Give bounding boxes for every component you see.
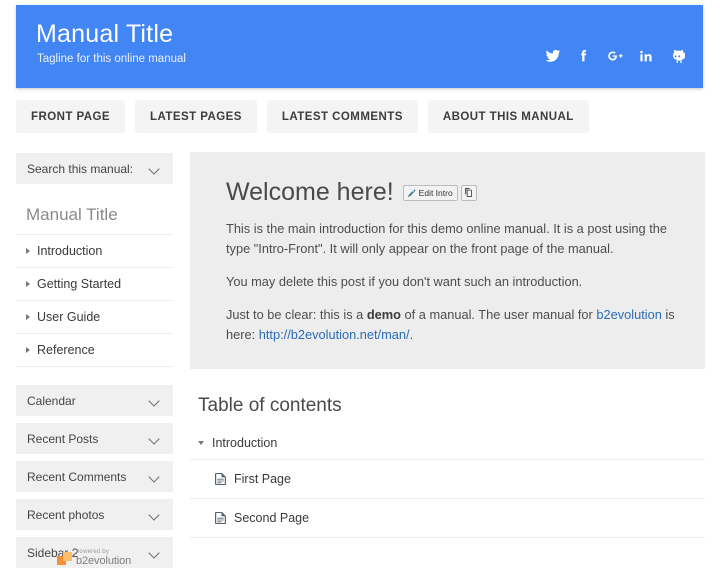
edit-intro-label: Edit Intro bbox=[418, 187, 453, 198]
toc-chapter-introduction[interactable]: Introduction bbox=[190, 427, 705, 460]
triangle-right-icon bbox=[26, 347, 30, 353]
nav-tab-latest-pages[interactable]: LATEST PAGES bbox=[135, 100, 257, 133]
sidebar-panel-recent-comments[interactable]: Recent Comments bbox=[16, 461, 173, 492]
powered-by-text: powered by b2evolution bbox=[76, 549, 131, 567]
chevron-down-icon bbox=[149, 473, 160, 480]
sidebar-chapter-list: Introduction Getting Started User Guide … bbox=[16, 234, 173, 367]
document-icon bbox=[215, 473, 226, 485]
b2evolution-link[interactable]: b2evolution bbox=[596, 307, 661, 322]
sidebar-panel-label: Calendar bbox=[27, 393, 76, 408]
triangle-right-icon bbox=[26, 314, 30, 320]
manual-url-link[interactable]: http://b2evolution.net/man/ bbox=[259, 327, 410, 342]
linkedin-icon[interactable] bbox=[637, 47, 654, 64]
chevron-down-icon bbox=[149, 397, 160, 404]
intro-title: Welcome here! bbox=[226, 178, 394, 206]
pencil-icon bbox=[407, 188, 416, 197]
toc-page-first-page[interactable]: First Page bbox=[190, 460, 705, 499]
intro-p3-part-b: of a manual. The user manual for bbox=[400, 307, 597, 322]
sidebar-search-label: Search this manual: bbox=[27, 161, 134, 176]
b2evolution-cube-icon bbox=[57, 552, 73, 567]
nav-tab-about-this-manual[interactable]: ABOUT THIS MANUAL bbox=[427, 100, 589, 133]
chevron-down-icon bbox=[149, 549, 160, 556]
sidebar-item-user-guide[interactable]: User Guide bbox=[16, 300, 173, 333]
triangle-right-icon bbox=[26, 281, 30, 287]
nav-tab-latest-comments[interactable]: LATEST COMMENTS bbox=[266, 100, 418, 133]
intro-paragraph-3: Just to be clear: this is a demo of a ma… bbox=[226, 305, 677, 345]
sidebar-panel-label: Recent photos bbox=[27, 507, 105, 522]
intro-header: Welcome here! Edit Intro bbox=[226, 178, 677, 207]
facebook-icon[interactable] bbox=[575, 47, 592, 64]
main-navigation: FRONT PAGE LATEST PAGES LATEST COMMENTS … bbox=[16, 100, 589, 133]
sidebar-panel-calendar[interactable]: Calendar bbox=[16, 385, 173, 416]
intro-p3-part-a: Just to be clear: this is a bbox=[226, 307, 367, 322]
triangle-right-icon bbox=[26, 248, 30, 254]
toc-page-label: First Page bbox=[234, 472, 291, 486]
intro-post: Welcome here! Edit Intro This is the mai… bbox=[190, 152, 705, 369]
intro-paragraph-2: You may delete this post if you don't wa… bbox=[226, 274, 583, 289]
sidebar-item-label: Reference bbox=[37, 343, 95, 357]
sidebar: Search this manual: Manual Title Introdu… bbox=[16, 153, 173, 570]
sidebar-panel-label: Recent Posts bbox=[27, 431, 99, 446]
main-content: Welcome here! Edit Intro This is the mai… bbox=[190, 152, 705, 538]
sidebar-panel-label: Recent Comments bbox=[27, 469, 127, 484]
sidebar-panel-recent-posts[interactable]: Recent Posts bbox=[16, 423, 173, 454]
intro-paragraph-1: This is the main introduction for this d… bbox=[226, 221, 668, 256]
site-tagline: Tagline for this online manual bbox=[37, 53, 186, 65]
page-title: Manual Title bbox=[36, 20, 174, 48]
powered-by-brand: b2evolution bbox=[76, 555, 132, 567]
toc-page-label: Second Page bbox=[234, 511, 310, 525]
sidebar-item-reference[interactable]: Reference bbox=[16, 333, 173, 366]
duplicate-icon[interactable] bbox=[460, 184, 477, 201]
sidebar-item-getting-started[interactable]: Getting Started bbox=[16, 267, 173, 300]
toc-chapter-label: Introduction bbox=[212, 436, 278, 450]
toc-title: Table of contents bbox=[198, 395, 342, 416]
sidebar-panel-recent-photos[interactable]: Recent photos bbox=[16, 499, 173, 530]
page-root: Manual Title Tagline for this online man… bbox=[0, 0, 720, 570]
edit-intro-button[interactable]: Edit Intro bbox=[402, 184, 458, 201]
nav-tab-front-page[interactable]: FRONT PAGE bbox=[16, 100, 126, 133]
chevron-down-icon bbox=[149, 165, 160, 172]
intro-p3-part-d: . bbox=[409, 327, 414, 342]
twitter-icon[interactable] bbox=[544, 47, 561, 64]
chevron-down-icon bbox=[149, 511, 160, 518]
toc-page-second-page[interactable]: Second Page bbox=[190, 499, 705, 538]
triangle-down-icon bbox=[198, 441, 204, 445]
powered-by-badge[interactable]: powered by b2evolution bbox=[57, 549, 131, 567]
chevron-down-icon bbox=[149, 435, 160, 442]
github-icon[interactable] bbox=[668, 47, 685, 64]
sidebar-item-label: User Guide bbox=[37, 310, 101, 324]
social-links bbox=[544, 47, 685, 64]
sidebar-search-panel[interactable]: Search this manual: bbox=[16, 153, 173, 184]
sidebar-widget-title: Manual Title bbox=[26, 205, 118, 224]
intro-p3-bold: demo bbox=[366, 307, 401, 322]
sidebar-item-label: Introduction bbox=[37, 244, 103, 258]
sidebar-item-introduction[interactable]: Introduction bbox=[16, 234, 173, 267]
site-header: Manual Title Tagline for this online man… bbox=[16, 5, 703, 88]
document-icon bbox=[215, 512, 226, 524]
sidebar-item-label: Getting Started bbox=[37, 277, 122, 291]
google-plus-icon[interactable] bbox=[606, 47, 623, 64]
